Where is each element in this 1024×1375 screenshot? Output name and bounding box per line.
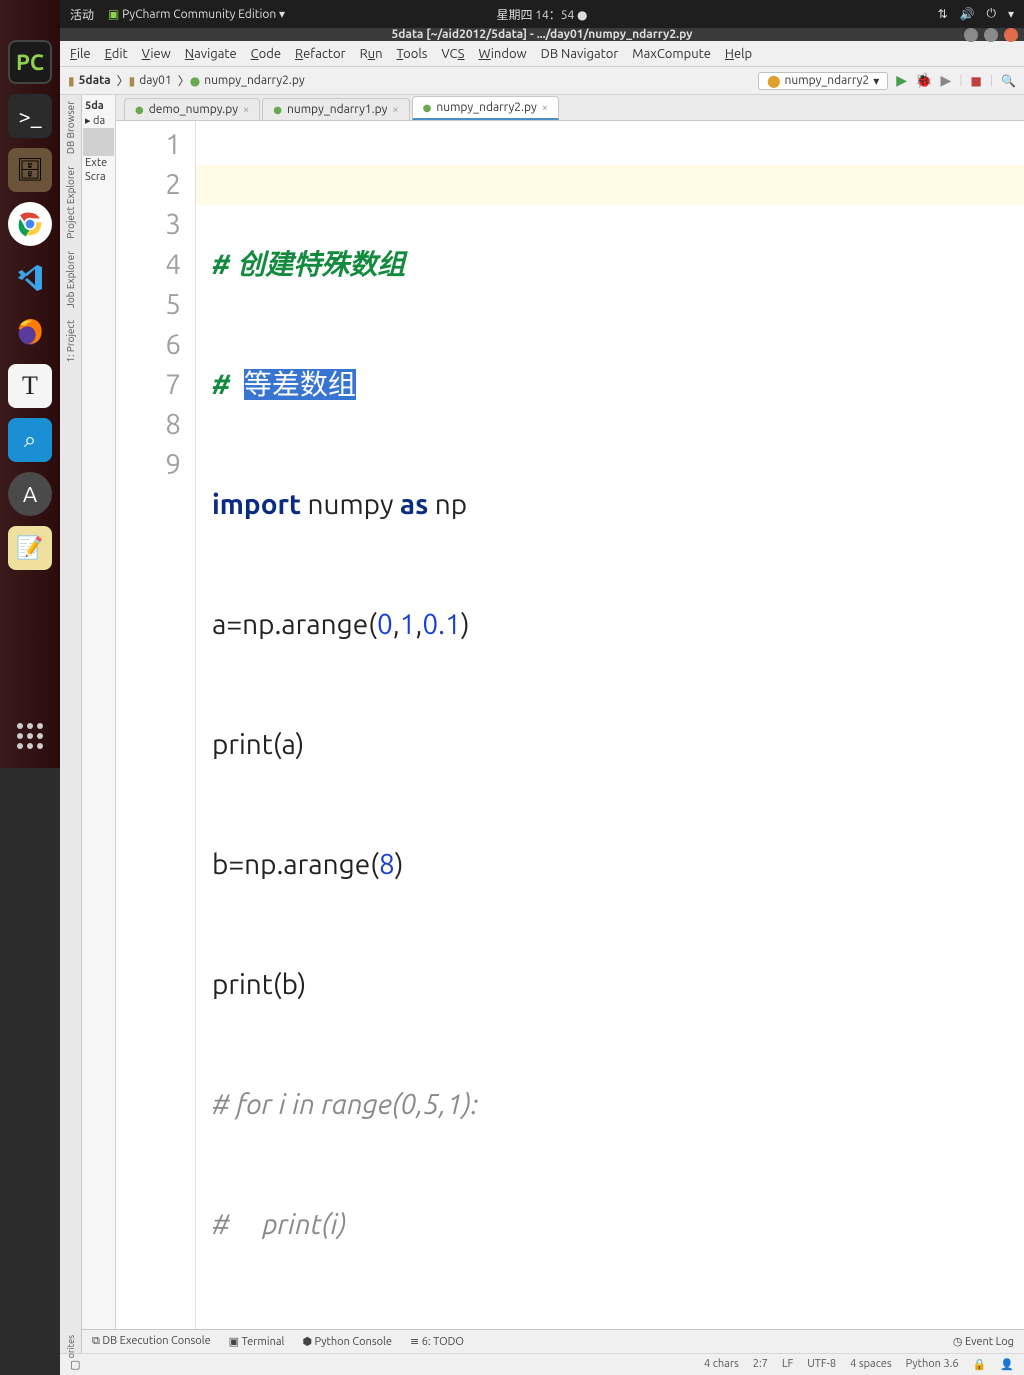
tool-event-log[interactable]: ◷ Event Log bbox=[953, 1335, 1014, 1348]
window-title: 5data [~/aid2012/5data] - .../day01/nump… bbox=[391, 28, 692, 41]
code-area[interactable]: # 创建特殊数组 # 等差数组 import numpy as np a=np.… bbox=[196, 121, 1024, 1329]
tool-python-console[interactable]: ⬢ Python Console bbox=[302, 1335, 392, 1348]
menu-view[interactable]: View bbox=[142, 47, 171, 61]
dock-terminal[interactable]: >_ bbox=[8, 94, 52, 138]
project-folder[interactable]: ▸ da bbox=[83, 113, 114, 128]
dock-show-apps[interactable] bbox=[8, 714, 52, 758]
power-icon[interactable]: ⏻ bbox=[986, 7, 996, 21]
tab-demo-numpy[interactable]: ●demo_numpy.py× bbox=[124, 98, 260, 120]
dock-app-blue[interactable]: ⌕ bbox=[8, 418, 52, 462]
status-interpreter[interactable]: Python 3.6 bbox=[906, 1358, 959, 1371]
project-external[interactable]: Exte bbox=[83, 156, 114, 170]
menu-vcs[interactable]: VCS bbox=[441, 47, 464, 61]
menu-db-navigator[interactable]: DB Navigator bbox=[541, 47, 619, 61]
debug-button[interactable]: 🐞 bbox=[915, 72, 932, 89]
tool-project[interactable]: 1: Project bbox=[65, 320, 76, 363]
status-caret-position[interactable]: 2:7 bbox=[753, 1358, 768, 1371]
left-tool-strip-bottom: orites bbox=[60, 1329, 82, 1353]
tool-project-explorer[interactable]: Project Explorer bbox=[65, 166, 76, 239]
dock-typora[interactable]: T bbox=[8, 364, 52, 408]
tool-terminal[interactable]: ▣ Terminal bbox=[229, 1335, 285, 1348]
volume-icon[interactable]: 🔊 bbox=[960, 7, 975, 21]
tool-job-explorer[interactable]: Job Explorer bbox=[65, 251, 76, 308]
project-scratches[interactable]: Scra bbox=[83, 170, 114, 184]
tool-db-console[interactable]: ⧉ DB Execution Console bbox=[92, 1335, 211, 1348]
status-icon[interactable]: ▢ bbox=[70, 1358, 80, 1371]
dock-chrome[interactable] bbox=[8, 202, 52, 246]
menu-maxcompute[interactable]: MaxCompute bbox=[632, 47, 711, 61]
status-selection: 4 chars bbox=[704, 1358, 739, 1371]
status-encoding[interactable]: UTF-8 bbox=[807, 1358, 836, 1371]
current-line-highlight bbox=[196, 165, 1024, 205]
menu-navigate[interactable]: Navigate bbox=[185, 47, 237, 61]
panel-app-menu[interactable]: ▣ PyCharm Community Edition ▾ bbox=[108, 7, 285, 21]
menu-edit[interactable]: Edit bbox=[105, 47, 128, 61]
ide-titlebar: 5data [~/aid2012/5data] - .../day01/nump… bbox=[60, 28, 1024, 41]
close-icon[interactable]: × bbox=[243, 104, 249, 116]
menu-bar: File Edit View Navigate Code Refactor Ru… bbox=[60, 41, 1024, 67]
tool-favorites[interactable]: orites bbox=[66, 1335, 76, 1358]
activities-button[interactable]: 活动 bbox=[70, 6, 94, 23]
breadcrumb-folder[interactable]: ▮day01 bbox=[129, 74, 172, 88]
menu-tools[interactable]: Tools bbox=[397, 47, 428, 61]
run-button[interactable]: ▶ bbox=[896, 72, 907, 89]
status-bar: ▢ 4 chars 2:7 LF UTF-8 4 spaces Python 3… bbox=[60, 1353, 1024, 1375]
minimize-button[interactable] bbox=[964, 28, 978, 42]
menu-run[interactable]: Run bbox=[360, 47, 383, 61]
gnome-top-panel: 活动 ▣ PyCharm Community Edition ▾ 星期四 14：… bbox=[60, 0, 1024, 28]
dock-vscode[interactable] bbox=[8, 256, 52, 300]
close-icon[interactable]: × bbox=[542, 102, 548, 114]
project-file-selected[interactable] bbox=[83, 128, 114, 142]
dock-pycharm[interactable]: PC bbox=[8, 40, 52, 84]
run-with-coverage-button[interactable]: ▶ bbox=[940, 72, 951, 89]
menu-code[interactable]: Code bbox=[251, 47, 281, 61]
project-root[interactable]: 5da bbox=[83, 99, 114, 113]
dock-notes[interactable]: 📝 bbox=[8, 526, 52, 570]
run-config-selector[interactable]: ⬤numpy_ndarry2 ▾ bbox=[758, 72, 888, 90]
editor-tabs: ●demo_numpy.py× ●numpy_ndarry1.py× ●nump… bbox=[116, 95, 1024, 121]
status-inspect-icon[interactable]: 👤 bbox=[1000, 1358, 1014, 1371]
left-tool-strip: DB Browser Project Explorer Job Explorer… bbox=[60, 95, 82, 1329]
tab-numpy-ndarry1[interactable]: ●numpy_ndarry1.py× bbox=[262, 98, 409, 120]
tool-todo[interactable]: ≡ 6: TODO bbox=[410, 1335, 464, 1348]
ubuntu-dock: PC >_ 🗄 T ⌕ A 📝 bbox=[0, 0, 60, 768]
pycharm-window: 5data [~/aid2012/5data] - .../day01/nump… bbox=[60, 28, 1024, 768]
maximize-button[interactable] bbox=[984, 28, 998, 42]
close-icon[interactable]: × bbox=[392, 104, 398, 116]
menu-refactor[interactable]: Refactor bbox=[295, 47, 346, 61]
menu-help[interactable]: Help bbox=[725, 47, 752, 61]
status-indent[interactable]: 4 spaces bbox=[850, 1358, 892, 1371]
tool-db-browser[interactable]: DB Browser bbox=[65, 101, 76, 154]
dock-files[interactable]: 🗄 bbox=[8, 148, 52, 192]
panel-clock[interactable]: 星期四 14：54 ● bbox=[496, 6, 587, 23]
search-everywhere-button[interactable]: 🔍 bbox=[1001, 74, 1016, 88]
chevron-down-icon[interactable]: ▾ bbox=[1008, 7, 1014, 21]
network-icon[interactable]: ⇅ bbox=[937, 7, 947, 21]
breadcrumb-root[interactable]: ▮5data bbox=[68, 74, 111, 88]
breadcrumb-file[interactable]: ●numpy_ndarry2.py bbox=[190, 74, 305, 88]
close-button[interactable] bbox=[1004, 28, 1018, 42]
navigation-bar: ▮5data〉 ▮day01〉 ●numpy_ndarry2.py ⬤numpy… bbox=[60, 67, 1024, 95]
bottom-tool-bar: ⧉ DB Execution Console ▣ Terminal ⬢ Pyth… bbox=[82, 1329, 1024, 1353]
status-line-separator[interactable]: LF bbox=[782, 1358, 793, 1371]
dock-firefox[interactable] bbox=[8, 310, 52, 354]
stop-button[interactable]: ■ bbox=[970, 74, 981, 88]
menu-window[interactable]: Window bbox=[478, 47, 526, 61]
text-selection: 等差数组 bbox=[244, 369, 356, 400]
line-gutter: 123456789 bbox=[116, 121, 196, 1329]
project-view[interactable]: 5da ▸ da Exte Scra bbox=[82, 95, 116, 1329]
status-lock-icon[interactable]: 🔒 bbox=[973, 1358, 987, 1371]
code-editor[interactable]: 123456789 # 创建特殊数组 # 等差数组 import numpy a… bbox=[116, 121, 1024, 1329]
dock-updates[interactable]: A bbox=[8, 472, 52, 516]
tab-numpy-ndarry2[interactable]: ●numpy_ndarry2.py× bbox=[412, 96, 559, 120]
menu-file[interactable]: File bbox=[70, 47, 91, 61]
